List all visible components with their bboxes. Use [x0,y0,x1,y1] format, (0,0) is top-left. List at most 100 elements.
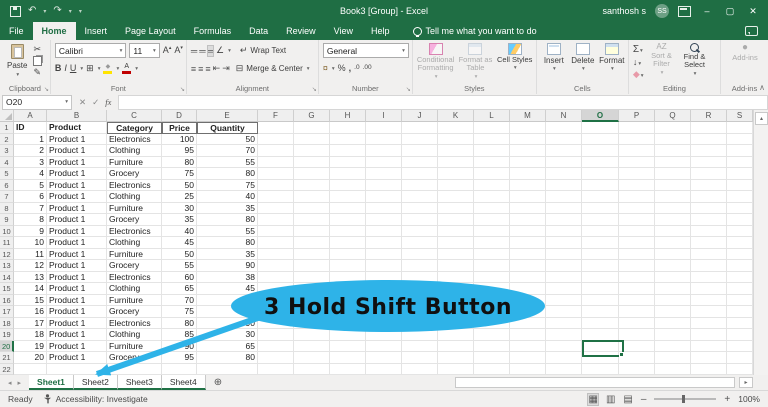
cell-D2[interactable]: 100 [162,134,197,146]
cell-Q8[interactable] [655,203,691,215]
cell-G4[interactable] [294,157,330,169]
cell-C15[interactable]: Clothing [107,283,162,295]
cell-G1[interactable] [294,122,330,134]
conditional-formatting-button[interactable]: Conditional Formatting ▾ [417,43,455,83]
cell-D7[interactable]: 25 [162,191,197,203]
font-color-dropdown-icon[interactable]: ▾ [135,66,138,72]
orientation-icon[interactable]: ∠ [216,46,224,55]
cell-E21[interactable]: 80 [197,352,258,364]
cell-L22[interactable] [474,364,510,376]
cell-A14[interactable]: 13 [14,272,47,284]
sheet-tab-sheet4[interactable]: Sheet4 [162,375,206,390]
row-header-16[interactable]: 16 [0,295,14,307]
cell-C7[interactable]: Clothing [107,191,162,203]
row-header-20[interactable]: 20 [0,341,14,353]
cell-E1[interactable]: Quantity [197,122,258,134]
bold-button[interactable]: B [55,64,62,73]
cell-S4[interactable] [727,157,753,169]
cell-R4[interactable] [691,157,727,169]
cell-C3[interactable]: Clothing [107,145,162,157]
cell-I16[interactable] [366,295,402,307]
cell-Q6[interactable] [655,180,691,192]
sheet-nav-right-icon[interactable]: ▸ [18,379,22,387]
cell-Q9[interactable] [655,214,691,226]
column-header-N[interactable]: N [546,110,582,122]
fill-dropdown-icon[interactable]: ▾ [638,61,641,67]
cell-B14[interactable]: Product 1 [47,272,107,284]
cell-M5[interactable] [510,168,546,180]
cell-L4[interactable] [474,157,510,169]
row-header-7[interactable]: 7 [0,191,14,203]
avatar[interactable]: SS [655,4,669,18]
cell-L9[interactable] [474,214,510,226]
cell-I10[interactable] [366,226,402,238]
cell-K16[interactable] [438,295,474,307]
accounting-dropdown-icon[interactable]: ▾ [332,66,335,72]
cell-Q13[interactable] [655,260,691,272]
cell-S20[interactable] [727,341,753,353]
cell-N5[interactable] [546,168,582,180]
cell-J3[interactable] [402,145,438,157]
cell-M22[interactable] [510,364,546,376]
cell-G17[interactable] [294,306,330,318]
row-header-12[interactable]: 12 [0,249,14,261]
cell-E10[interactable]: 55 [197,226,258,238]
cell-P20[interactable] [619,341,655,353]
cell-A17[interactable]: 16 [14,306,47,318]
page-layout-view-icon[interactable]: ▥ [606,394,615,405]
cell-E14[interactable]: 38 [197,272,258,284]
insert-function-icon[interactable]: fx [105,97,111,107]
cell-E11[interactable]: 80 [197,237,258,249]
cell-O13[interactable] [582,260,619,272]
cell-R19[interactable] [691,329,727,341]
cell-F11[interactable] [258,237,294,249]
cell-A7[interactable]: 6 [14,191,47,203]
cell-N10[interactable] [546,226,582,238]
cell-J1[interactable] [402,122,438,134]
cell-L20[interactable] [474,341,510,353]
cell-G20[interactable] [294,341,330,353]
column-header-M[interactable]: M [510,110,546,122]
cell-I8[interactable] [366,203,402,215]
cell-R8[interactable] [691,203,727,215]
cell-S16[interactable] [727,295,753,307]
cell-P16[interactable] [619,295,655,307]
cell-D14[interactable]: 60 [162,272,197,284]
cell-N20[interactable] [546,341,582,353]
cell-G18[interactable] [294,318,330,330]
user-name[interactable]: santhosh s [602,6,646,16]
cell-I21[interactable] [366,352,402,364]
column-header-G[interactable]: G [294,110,330,122]
cell-I4[interactable] [366,157,402,169]
cell-B8[interactable]: Product 1 [47,203,107,215]
cell-M7[interactable] [510,191,546,203]
decrease-decimal-icon[interactable]: .00 [363,65,372,72]
row-header-13[interactable]: 13 [0,260,14,272]
increase-indent-icon[interactable]: ⇥ [222,63,229,74]
cell-L15[interactable] [474,283,510,295]
cell-F12[interactable] [258,249,294,261]
row-header-10[interactable]: 10 [0,226,14,238]
cell-J11[interactable] [402,237,438,249]
cell-G21[interactable] [294,352,330,364]
cell-M4[interactable] [510,157,546,169]
cell-J2[interactable] [402,134,438,146]
ribbon-tab-help[interactable]: Help [362,22,399,40]
cell-J12[interactable] [402,249,438,261]
sheet-tab-sheet2[interactable]: Sheet2 [74,375,118,390]
zoom-slider[interactable] [654,398,716,400]
cell-P21[interactable] [619,352,655,364]
cell-G3[interactable] [294,145,330,157]
cell-K11[interactable] [438,237,474,249]
cell-R17[interactable] [691,306,727,318]
column-header-E[interactable]: E [197,110,258,122]
column-header-H[interactable]: H [330,110,366,122]
cell-M18[interactable] [510,318,546,330]
fill-color-dropdown-icon[interactable]: ▾ [116,66,119,72]
row-header-6[interactable]: 6 [0,180,14,192]
cell-G19[interactable] [294,329,330,341]
cell-F1[interactable] [258,122,294,134]
cell-F16[interactable] [258,295,294,307]
cell-A6[interactable]: 5 [14,180,47,192]
cell-G6[interactable] [294,180,330,192]
